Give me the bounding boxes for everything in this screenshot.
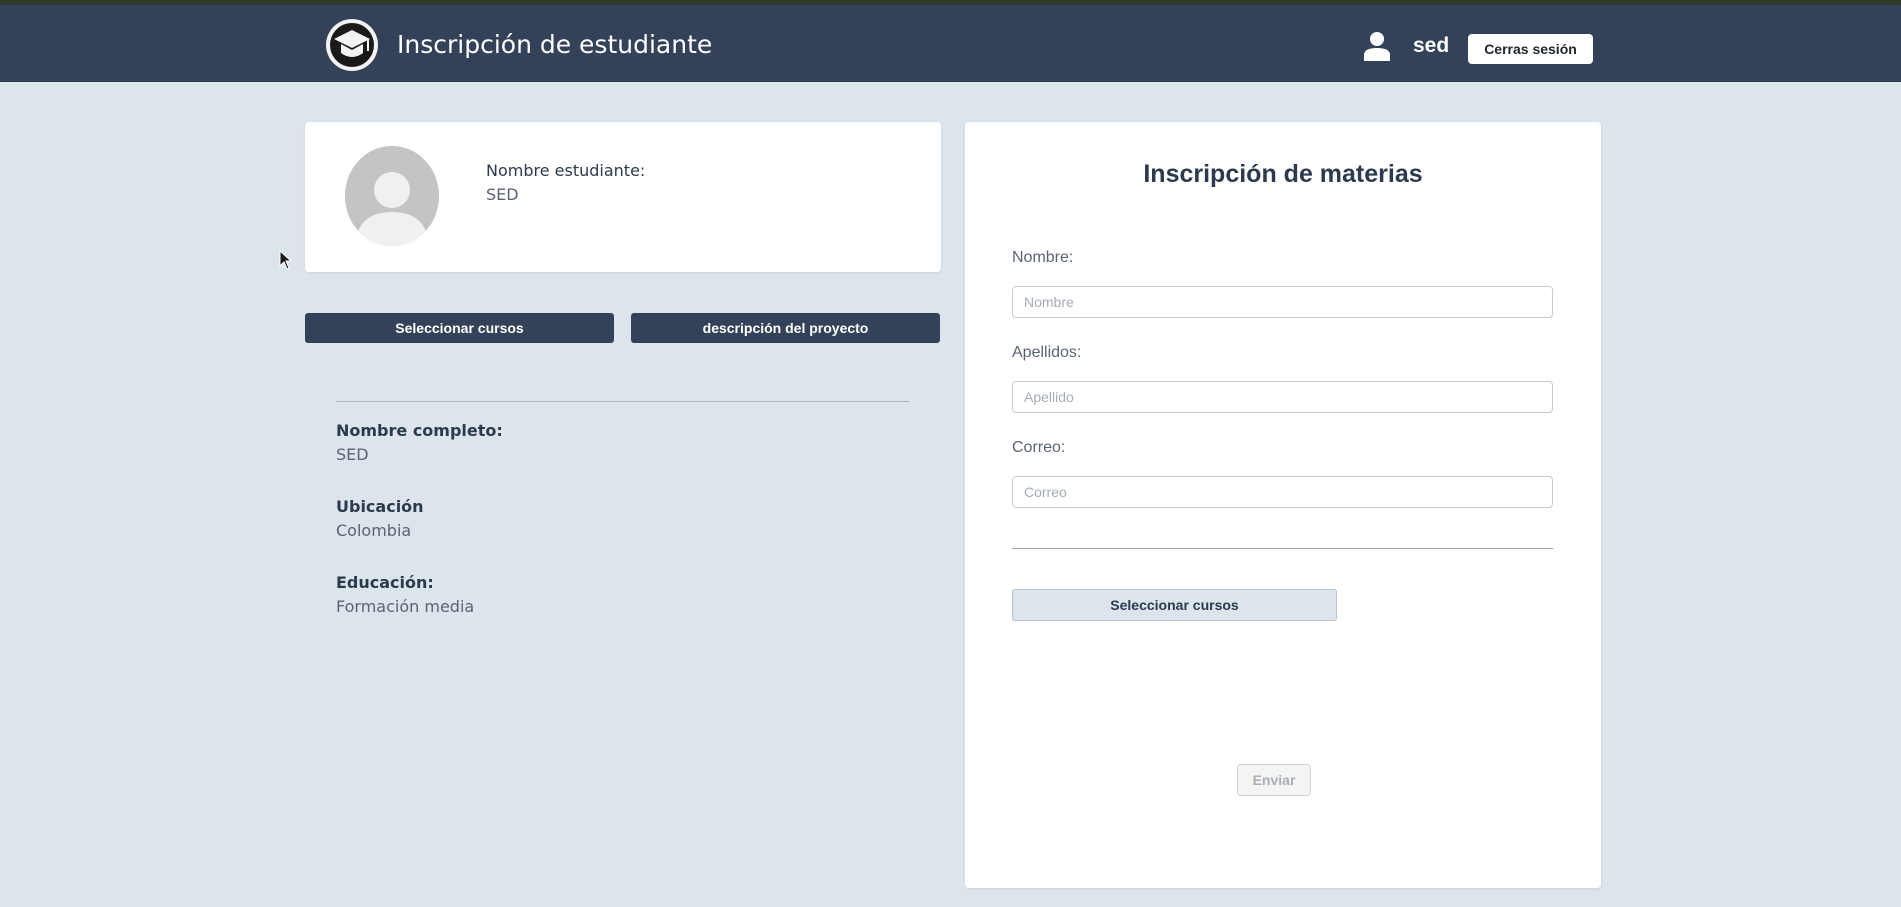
- last-name-label: Apellidos:: [1012, 344, 1082, 361]
- mouse-pointer-icon: [279, 250, 293, 270]
- student-name-value: SED: [486, 185, 519, 204]
- username: sed: [1413, 34, 1450, 57]
- first-name-input[interactable]: [1012, 286, 1553, 318]
- avatar-placeholder-icon: [345, 146, 439, 246]
- project-description-button[interactable]: descripción del proyecto: [631, 313, 940, 343]
- enrollment-form-card: Inscripción de materias Nombre: Apellido…: [965, 122, 1601, 888]
- detail-value: Formación media: [336, 597, 475, 616]
- detail-label: Ubicación: [336, 497, 424, 516]
- app-header: Inscripción de estudiante sed Cerras ses…: [0, 5, 1901, 82]
- detail-education: Educación: Formación media: [336, 572, 474, 618]
- graduation-cap-icon: [326, 19, 378, 71]
- detail-label: Educación:: [336, 573, 434, 592]
- form-select-courses-button[interactable]: Seleccionar cursos: [1012, 589, 1337, 621]
- user-icon[interactable]: [1364, 31, 1390, 61]
- form-divider: [1012, 548, 1553, 549]
- detail-value: SED: [336, 445, 369, 464]
- detail-location: Ubicación Colombia: [336, 496, 424, 542]
- student-name-label: Nombre estudiante:: [486, 161, 646, 180]
- form-title: Inscripción de materias: [1143, 160, 1423, 188]
- divider: [336, 401, 909, 402]
- first-name-label: Nombre:: [1012, 249, 1074, 266]
- email-label: Correo:: [1012, 439, 1066, 456]
- select-courses-button[interactable]: Seleccionar cursos: [305, 313, 614, 343]
- email-input[interactable]: [1012, 476, 1553, 508]
- detail-label: Nombre completo:: [336, 421, 503, 440]
- submit-button[interactable]: Enviar: [1237, 764, 1311, 796]
- profile-card: Nombre estudiante: SED: [305, 122, 941, 272]
- last-name-input[interactable]: [1012, 381, 1553, 413]
- logout-button[interactable]: Cerras sesión: [1468, 34, 1593, 64]
- detail-full-name: Nombre completo: SED: [336, 420, 503, 466]
- detail-value: Colombia: [336, 521, 412, 540]
- app-title: Inscripción de estudiante: [397, 30, 713, 59]
